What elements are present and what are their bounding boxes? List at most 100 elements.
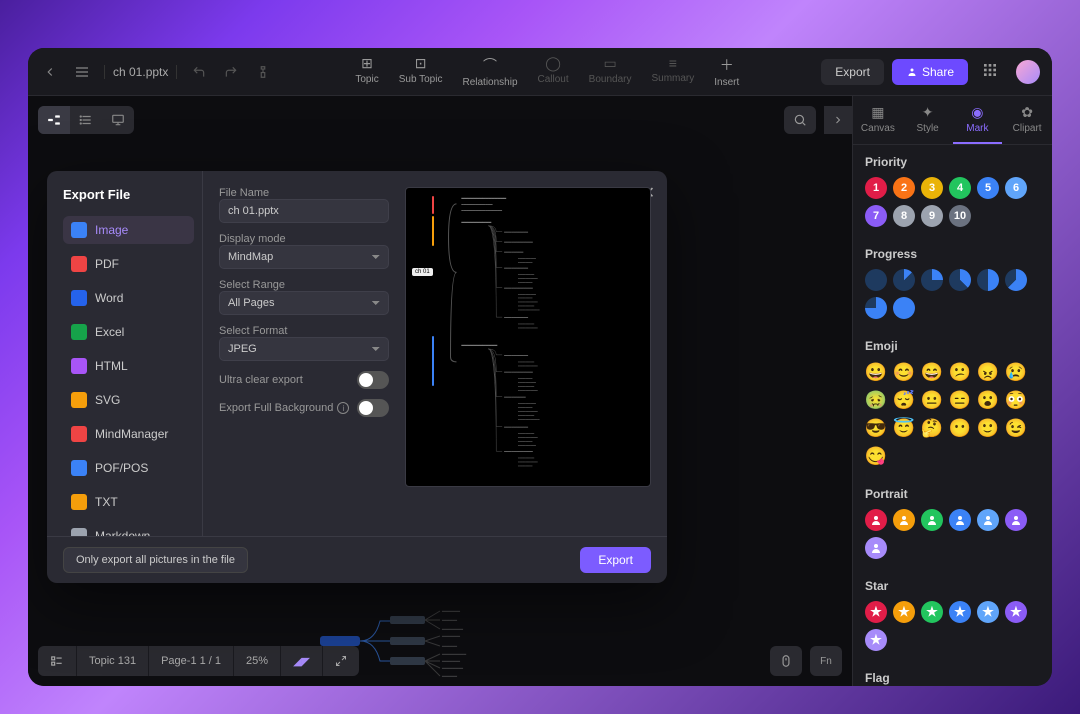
select-range-select[interactable]: All Pages	[219, 291, 389, 315]
user-avatar[interactable]	[1016, 60, 1040, 84]
format-excel[interactable]: Excel	[63, 318, 194, 346]
star-mark-1[interactable]: ★	[893, 601, 915, 623]
star-mark-6[interactable]: ★	[865, 629, 887, 651]
emoji-mark-18[interactable]: 😋	[865, 445, 887, 467]
portrait-mark-0[interactable]	[865, 509, 887, 531]
format-painter-icon[interactable]	[253, 62, 273, 82]
priority-mark-6[interactable]: 6	[1005, 177, 1027, 199]
file-icon	[71, 494, 87, 510]
emoji-mark-12[interactable]: 😎	[865, 417, 887, 439]
export-preview: ch 01 ━━━━━━━━━━━━━━━ ━━━━━━━━━━━━━ ━━━━…	[405, 187, 651, 487]
panel-tab-canvas[interactable]: ▦Canvas	[853, 96, 903, 144]
progress-mark-6[interactable]	[865, 297, 887, 319]
priority-mark-8[interactable]: 8	[893, 205, 915, 227]
emoji-mark-3[interactable]: 😕	[949, 361, 971, 383]
format-pof-pos[interactable]: POF/POS	[63, 454, 194, 482]
info-icon[interactable]: i	[337, 402, 349, 414]
panel-tab-mark[interactable]: ◉Mark	[953, 96, 1003, 144]
menu-icon[interactable]	[72, 62, 92, 82]
tool-callout[interactable]: ◯Callout	[538, 55, 569, 88]
progress-mark-5[interactable]	[1005, 269, 1027, 291]
tool-insert[interactable]: ＋Insert	[714, 55, 739, 88]
tool-summary[interactable]: ≡Summary	[651, 55, 694, 88]
progress-mark-1[interactable]	[893, 269, 915, 291]
format-svg[interactable]: SVG	[63, 386, 194, 414]
select-format-label: Select Format	[219, 325, 389, 337]
star-mark-5[interactable]: ★	[1005, 601, 1027, 623]
emoji-mark-15[interactable]: 😶	[949, 417, 971, 439]
select-format-select[interactable]: JPEG	[219, 337, 389, 361]
format-word[interactable]: Word	[63, 284, 194, 312]
emoji-mark-13[interactable]: 😇	[893, 417, 915, 439]
priority-mark-1[interactable]: 1	[865, 177, 887, 199]
canvas[interactable]: ━━━━━━ ━━━━━ ━━━━━━━ ━━━━━━ ━━━━━ ━━━━━━…	[28, 96, 852, 686]
export-full-bg-label: Export Full Backgroundi	[219, 402, 349, 415]
priority-mark-3[interactable]: 3	[921, 177, 943, 199]
progress-mark-0[interactable]	[865, 269, 887, 291]
share-button[interactable]: Share	[892, 59, 968, 85]
portrait-mark-4[interactable]	[977, 509, 999, 531]
portrait-mark-2[interactable]	[921, 509, 943, 531]
tool-topic[interactable]: ⊞Topic	[355, 55, 378, 88]
back-icon[interactable]	[40, 62, 60, 82]
export-full-bg-toggle[interactable]	[357, 399, 389, 417]
document-title: ch 01.pptx	[104, 65, 177, 79]
format-markdown[interactable]: Markdown	[63, 522, 194, 536]
priority-mark-9[interactable]: 9	[921, 205, 943, 227]
export-confirm-button[interactable]: Export	[580, 547, 651, 573]
emoji-mark-4[interactable]: 😠	[977, 361, 999, 383]
portrait-mark-6[interactable]	[865, 537, 887, 559]
tool-subtopic[interactable]: ⊡Sub Topic	[399, 55, 443, 88]
display-mode-select[interactable]: MindMap	[219, 245, 389, 269]
panel-tab-style[interactable]: ✦Style	[903, 96, 953, 144]
format-txt[interactable]: TXT	[63, 488, 194, 516]
file-icon	[71, 528, 87, 536]
portrait-mark-1[interactable]	[893, 509, 915, 531]
format-pdf[interactable]: PDF	[63, 250, 194, 278]
apps-icon[interactable]	[982, 62, 1002, 82]
format-image[interactable]: Image	[63, 216, 194, 244]
tool-relationship[interactable]: ⌒Relationship	[462, 55, 517, 88]
star-mark-3[interactable]: ★	[949, 601, 971, 623]
portrait-mark-3[interactable]	[949, 509, 971, 531]
emoji-mark-10[interactable]: 😮	[977, 389, 999, 411]
progress-mark-3[interactable]	[949, 269, 971, 291]
ultra-clear-label: Ultra clear export	[219, 374, 303, 386]
star-mark-2[interactable]: ★	[921, 601, 943, 623]
priority-mark-4[interactable]: 4	[949, 177, 971, 199]
emoji-mark-9[interactable]: 😑	[949, 389, 971, 411]
priority-mark-2[interactable]: 2	[893, 177, 915, 199]
panel-tab-clipart[interactable]: ✿Clipart	[1002, 96, 1052, 144]
file-name-label: File Name	[219, 187, 389, 199]
star-mark-0[interactable]: ★	[865, 601, 887, 623]
emoji-mark-5[interactable]: 😢	[1005, 361, 1027, 383]
svg-text:━━━━━━━━━: ━━━━━━━━━	[503, 395, 526, 400]
emoji-mark-2[interactable]: 😄	[921, 361, 943, 383]
emoji-mark-7[interactable]: 😴	[893, 389, 915, 411]
priority-mark-7[interactable]: 7	[865, 205, 887, 227]
emoji-mark-16[interactable]: 🙂	[977, 417, 999, 439]
star-mark-4[interactable]: ★	[977, 601, 999, 623]
file-name-input[interactable]	[219, 199, 389, 223]
tool-boundary[interactable]: ▭Boundary	[589, 55, 632, 88]
progress-mark-7[interactable]	[893, 297, 915, 319]
export-button[interactable]: Export	[821, 59, 884, 85]
emoji-mark-8[interactable]: 😐	[921, 389, 943, 411]
emoji-mark-6[interactable]: 🤢	[865, 389, 887, 411]
format-html[interactable]: HTML	[63, 352, 194, 380]
redo-icon[interactable]	[221, 62, 241, 82]
emoji-mark-17[interactable]: 😉	[1005, 417, 1027, 439]
ultra-clear-toggle[interactable]	[357, 371, 389, 389]
only-export-pictures-button[interactable]: Only export all pictures in the file	[63, 547, 248, 573]
format-mindmanager[interactable]: MindManager	[63, 420, 194, 448]
emoji-mark-14[interactable]: 🤔	[921, 417, 943, 439]
emoji-mark-11[interactable]: 😳	[1005, 389, 1027, 411]
progress-mark-4[interactable]	[977, 269, 999, 291]
priority-mark-10[interactable]: 10	[949, 205, 971, 227]
undo-icon[interactable]	[189, 62, 209, 82]
priority-mark-5[interactable]: 5	[977, 177, 999, 199]
emoji-mark-1[interactable]: 😊	[893, 361, 915, 383]
portrait-mark-5[interactable]	[1005, 509, 1027, 531]
progress-mark-2[interactable]	[921, 269, 943, 291]
emoji-mark-0[interactable]: 😀	[865, 361, 887, 383]
